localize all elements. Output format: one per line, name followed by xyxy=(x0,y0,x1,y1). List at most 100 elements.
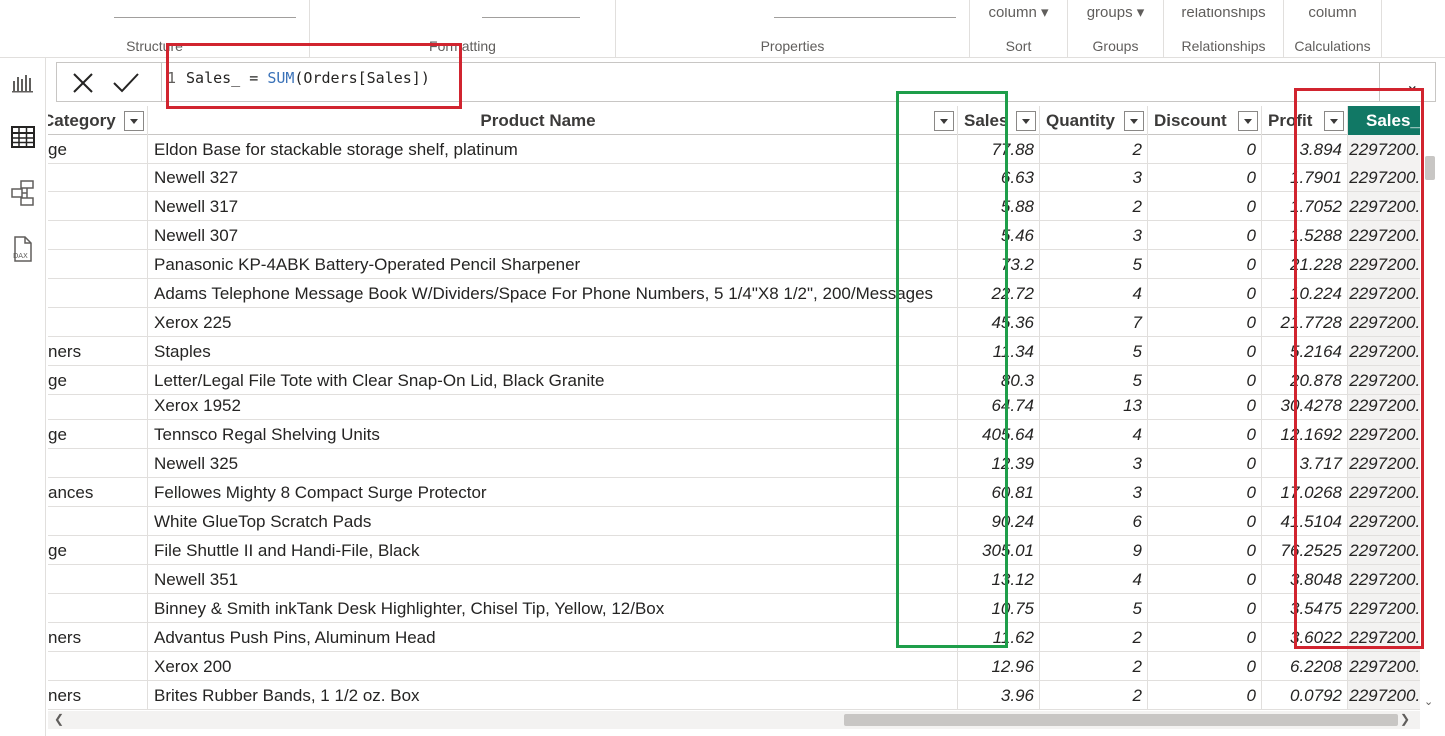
table-row[interactable]: White GlueTop Scratch Pads 90.24 6 0 41.5104… xyxy=(48,507,1420,536)
cell-discount[interactable]: 0 xyxy=(1148,652,1262,680)
horizontal-scrollbar[interactable]: ❮ ❯ xyxy=(48,711,1420,729)
cell-profit[interactable]: 41.5104 xyxy=(1262,507,1348,535)
cell-profit[interactable]: 3.894 xyxy=(1262,135,1348,163)
table-row[interactable]: Xerox 200 12.96 2 0 6.2208 2297200.8603 xyxy=(48,652,1420,681)
cell-quantity[interactable]: 3 xyxy=(1040,221,1148,249)
cell-quantity[interactable]: 2 xyxy=(1040,192,1148,220)
cell-profit[interactable]: 3.717 xyxy=(1262,449,1348,477)
cell-profit[interactable]: 0.0792 xyxy=(1262,681,1348,709)
formula-input[interactable]: 1 Sales_ = SUM(Orders[Sales]) xyxy=(167,69,430,87)
cell-profit[interactable]: 76.2525 xyxy=(1262,536,1348,564)
cell-sales[interactable]: 64.74 xyxy=(958,395,1040,419)
cell-category[interactable] xyxy=(48,308,148,336)
table-row[interactable]: ge Tennsco Regal Shelving Units 405.64 4 0 12… xyxy=(48,420,1420,449)
cell-category[interactable]: ge xyxy=(48,420,148,448)
table-view-icon[interactable] xyxy=(10,124,36,150)
table-row[interactable]: ners Staples 11.34 5 0 5.2164 2297200.8603 xyxy=(48,337,1420,366)
cell-discount[interactable]: 0 xyxy=(1148,221,1262,249)
cell-quantity[interactable]: 5 xyxy=(1040,337,1148,365)
cell-category[interactable]: ances xyxy=(48,478,148,506)
table-row[interactable]: ge Eldon Base for stackable storage shelf… xyxy=(48,135,1420,164)
cell-quantity[interactable]: 4 xyxy=(1040,279,1148,307)
cell-discount[interactable]: 0 xyxy=(1148,250,1262,278)
column-header-sales[interactable]: Sales xyxy=(958,106,1040,135)
cell-profit[interactable]: 1.5288 xyxy=(1262,221,1348,249)
cell-sales[interactable]: 12.96 xyxy=(958,652,1040,680)
cell-product[interactable]: Xerox 1952 xyxy=(148,395,958,419)
cell-discount[interactable]: 0 xyxy=(1148,449,1262,477)
cell-product[interactable]: Letter/Legal File Tote with Clear Snap-O… xyxy=(148,366,958,394)
commit-formula-button[interactable] xyxy=(111,69,141,97)
vertical-scroll-thumb[interactable] xyxy=(1425,156,1435,180)
cell-sales[interactable]: 405.64 xyxy=(958,420,1040,448)
filter-dropdown-icon[interactable] xyxy=(124,111,144,131)
cell-quantity[interactable]: 13 xyxy=(1040,395,1148,419)
table-row[interactable]: Newell 317 5.88 2 0 1.7052 2297200.8603 xyxy=(48,192,1420,221)
cell-sales-measure[interactable]: 2297200.8603 xyxy=(1348,163,1420,191)
cell-profit[interactable]: 21.228 xyxy=(1262,250,1348,278)
vertical-scrollbar[interactable]: ⌄ xyxy=(1422,106,1438,710)
cell-profit[interactable]: 17.0268 xyxy=(1262,478,1348,506)
column-header-profit[interactable]: Profit xyxy=(1262,106,1348,135)
cell-sales-measure[interactable]: 2297200.8603 xyxy=(1348,250,1420,278)
table-row[interactable]: Newell 351 13.12 4 0 3.8048 2297200.8603 xyxy=(48,565,1420,594)
cell-discount[interactable]: 0 xyxy=(1148,192,1262,220)
cell-product[interactable]: Newell 307 xyxy=(148,221,958,249)
cell-discount[interactable]: 0 xyxy=(1148,395,1262,419)
cell-sales-measure[interactable]: 2297200.8603 xyxy=(1348,420,1420,448)
table-row[interactable]: ge Letter/Legal File Tote with Clear Snap… xyxy=(48,366,1420,395)
cell-discount[interactable]: 0 xyxy=(1148,536,1262,564)
cell-discount[interactable]: 0 xyxy=(1148,308,1262,336)
column-header-product-name[interactable]: Product Name xyxy=(148,106,958,135)
cell-discount[interactable]: 0 xyxy=(1148,478,1262,506)
cell-discount[interactable]: 0 xyxy=(1148,594,1262,622)
cell-category[interactable] xyxy=(48,163,148,191)
cell-product[interactable]: Newell 327 xyxy=(148,163,958,191)
table-row[interactable]: Newell 327 6.63 3 0 1.7901 2297200.8603 xyxy=(48,163,1420,192)
cell-quantity[interactable]: 2 xyxy=(1040,135,1148,163)
cell-sales-measure[interactable]: 2297200.8603 xyxy=(1348,279,1420,307)
cell-quantity[interactable]: 3 xyxy=(1040,449,1148,477)
cell-quantity[interactable]: 2 xyxy=(1040,623,1148,651)
filter-dropdown-icon[interactable] xyxy=(1238,111,1258,131)
cell-product[interactable]: Panasonic KP-4ABK Battery-Operated Penci… xyxy=(148,250,958,278)
report-view-icon[interactable] xyxy=(10,70,36,96)
table-row[interactable]: ances Fellowes Mighty 8 Compact Surge Pro… xyxy=(48,478,1420,507)
table-row[interactable]: Xerox 225 45.36 7 0 21.7728 2297200.8603 xyxy=(48,308,1420,337)
cell-product[interactable]: Eldon Base for stackable storage shelf, … xyxy=(148,135,958,163)
cell-product[interactable]: Fellowes Mighty 8 Compact Surge Protecto… xyxy=(148,478,958,506)
scroll-down-icon[interactable]: ⌄ xyxy=(1424,695,1433,708)
cell-category[interactable]: ge xyxy=(48,366,148,394)
cell-product[interactable]: Adams Telephone Message Book W/Dividers/… xyxy=(148,279,958,307)
cell-category[interactable] xyxy=(48,507,148,535)
cell-profit[interactable]: 21.7728 xyxy=(1262,308,1348,336)
cell-product[interactable]: Xerox 225 xyxy=(148,308,958,336)
cell-category[interactable]: ge xyxy=(48,536,148,564)
cell-discount[interactable]: 0 xyxy=(1148,420,1262,448)
cell-quantity[interactable]: 9 xyxy=(1040,536,1148,564)
cell-category[interactable] xyxy=(48,250,148,278)
cell-sales-measure[interactable]: 2297200.8603 xyxy=(1348,308,1420,336)
cell-profit[interactable]: 3.8048 xyxy=(1262,565,1348,593)
cell-product[interactable]: Newell 351 xyxy=(148,565,958,593)
cell-product[interactable]: Newell 325 xyxy=(148,449,958,477)
cell-product[interactable]: White GlueTop Scratch Pads xyxy=(148,507,958,535)
manage-relationships-button[interactable]: relationships xyxy=(1164,8,1283,22)
cell-sales-measure[interactable]: 2297200.8603 xyxy=(1348,594,1420,622)
cell-sales[interactable]: 13.12 xyxy=(958,565,1040,593)
table-row[interactable]: Panasonic KP-4ABK Battery-Operated Penci… xyxy=(48,250,1420,279)
cell-category[interactable] xyxy=(48,395,148,419)
cell-quantity[interactable]: 4 xyxy=(1040,420,1148,448)
data-groups-button[interactable]: groups ▾ xyxy=(1068,8,1163,22)
cell-profit[interactable]: 6.2208 xyxy=(1262,652,1348,680)
cell-category[interactable] xyxy=(48,221,148,249)
cell-discount[interactable]: 0 xyxy=(1148,337,1262,365)
cell-product[interactable]: Advantus Push Pins, Aluminum Head xyxy=(148,623,958,651)
cell-sales-measure[interactable]: 2297200.8603 xyxy=(1348,478,1420,506)
scroll-left-icon[interactable]: ❮ xyxy=(54,712,64,726)
cell-profit[interactable]: 12.1692 xyxy=(1262,420,1348,448)
cell-product[interactable]: Brites Rubber Bands, 1 1/2 oz. Box xyxy=(148,681,958,709)
cell-product[interactable]: Binney & Smith inkTank Desk Highlighter,… xyxy=(148,594,958,622)
cell-sales[interactable]: 11.62 xyxy=(958,623,1040,651)
expand-formula-button[interactable]: ⌄ xyxy=(1379,63,1435,101)
